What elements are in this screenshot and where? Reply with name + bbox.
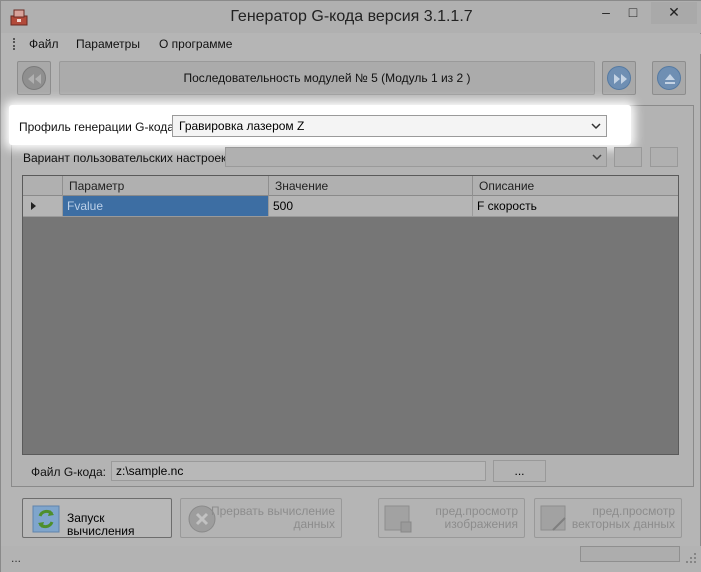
run-calculation-button[interactable]: Запуск вычисления bbox=[22, 498, 172, 538]
main-window: Генератор G-кода версия 3.1.1.7 – □ ✕ Фа… bbox=[0, 0, 701, 572]
gcode-file-input[interactable]: z:\sample.nc bbox=[111, 461, 486, 481]
column-header-parameter[interactable]: Параметр bbox=[63, 176, 269, 196]
column-header-value[interactable]: Значение bbox=[269, 176, 473, 196]
maximize-button[interactable]: □ bbox=[621, 2, 645, 24]
run-calculation-label: Запуск вычисления bbox=[67, 511, 135, 538]
user-settings-label: Вариант пользовательских настроек: bbox=[23, 151, 230, 165]
menu-file[interactable]: Файл bbox=[29, 37, 59, 51]
preview-image-button[interactable]: пред.просмотр изображения bbox=[378, 498, 525, 538]
rewind-icon bbox=[22, 66, 46, 90]
parameters-grid: Параметр Значение Описание Fvalue 500 F … bbox=[22, 175, 679, 455]
status-text: ... bbox=[11, 551, 22, 565]
preview-vector-label: пред.просмотр векторных данных bbox=[572, 505, 675, 531]
cell-parameter[interactable]: Fvalue bbox=[63, 196, 269, 216]
abort-label: Прервать вычисление данных bbox=[211, 505, 335, 531]
menu-grip-icon bbox=[13, 38, 16, 50]
resize-grip-icon[interactable] bbox=[685, 552, 697, 564]
cell-description[interactable]: F скорость bbox=[473, 196, 678, 216]
preview-vector-button[interactable]: пред.просмотр векторных данных bbox=[534, 498, 682, 538]
eject-icon bbox=[657, 66, 681, 90]
row-pointer-icon bbox=[31, 202, 36, 210]
row-header[interactable] bbox=[23, 196, 63, 216]
abort-label-line2: данных bbox=[293, 517, 335, 531]
eject-button[interactable] bbox=[652, 61, 686, 95]
grid-header: Параметр Значение Описание bbox=[23, 176, 678, 196]
settings-save-button[interactable] bbox=[614, 147, 642, 167]
sequence-status: Последовательность модулей № 5 (Модуль 1… bbox=[59, 61, 595, 95]
gcode-file-label: Файл G-кода: bbox=[31, 465, 106, 479]
settings-delete-button[interactable] bbox=[650, 147, 678, 167]
cell-value[interactable]: 500 bbox=[269, 196, 473, 216]
menu-about[interactable]: О программе bbox=[159, 37, 232, 51]
menu-bar: Файл Параметры О программе bbox=[1, 34, 701, 54]
profile-select-value: Гравировка лазером Z bbox=[179, 119, 305, 133]
next-module-button[interactable] bbox=[602, 61, 636, 95]
preview-vector-label-line2: векторных данных bbox=[571, 517, 675, 531]
column-header-description[interactable]: Описание bbox=[473, 176, 678, 196]
profile-select[interactable]: Гравировка лазером Z bbox=[172, 115, 607, 137]
title-bar: Генератор G-кода версия 3.1.1.7 – □ ✕ bbox=[1, 1, 701, 33]
table-row[interactable]: Fvalue 500 F скорость bbox=[23, 196, 678, 217]
chevron-down-icon bbox=[592, 154, 602, 161]
vector-preview-icon bbox=[540, 505, 566, 531]
profile-label: Профиль генерации G-кода: bbox=[19, 120, 178, 134]
preview-image-label: пред.просмотр изображения bbox=[435, 505, 518, 531]
user-settings-select[interactable] bbox=[225, 147, 607, 167]
profile-row: Профиль генерации G-кода: Гравировка лаз… bbox=[9, 105, 631, 145]
progress-bar bbox=[580, 546, 680, 562]
status-bar: ... bbox=[1, 546, 701, 572]
refresh-icon bbox=[32, 505, 60, 533]
chevron-down-icon bbox=[591, 123, 601, 130]
abort-calculation-button[interactable]: Прервать вычисление данных bbox=[180, 498, 342, 538]
fast-forward-icon bbox=[607, 66, 631, 90]
prev-module-button[interactable] bbox=[17, 61, 51, 95]
menu-parameters[interactable]: Параметры bbox=[76, 37, 140, 51]
preview-image-label-line2: изображения bbox=[444, 517, 519, 531]
browse-button[interactable]: ... bbox=[493, 460, 546, 482]
minimize-button[interactable]: – bbox=[594, 2, 618, 24]
image-preview-icon bbox=[384, 505, 412, 533]
grid-corner bbox=[23, 176, 63, 196]
close-button[interactable]: ✕ bbox=[651, 2, 697, 24]
